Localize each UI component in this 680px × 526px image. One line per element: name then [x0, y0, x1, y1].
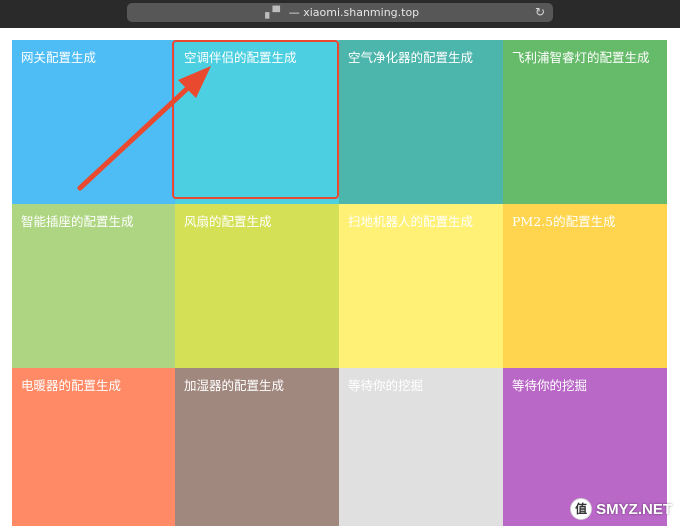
reload-icon[interactable]: ↻	[535, 3, 545, 22]
tile-fan-config[interactable]: 风扇的配置生成	[175, 204, 339, 368]
address-bar[interactable]: ▗▝▘ — xiaomi.shanming.top ↻	[127, 3, 553, 22]
tile-label: 飞利浦智睿灯的配置生成	[512, 50, 650, 65]
tile-smart-plug-config[interactable]: 智能插座的配置生成	[12, 204, 175, 368]
watermark-badge-icon: 值	[570, 498, 593, 520]
tile-gateway-config[interactable]: 网关配置生成	[12, 40, 175, 204]
tile-label: 扫地机器人的配置生成	[348, 214, 474, 229]
tile-label: 等待你的挖掘	[512, 378, 588, 393]
url-text: — xiaomi.shanming.top	[288, 6, 420, 19]
tile-label: 电暖器的配置生成	[21, 378, 122, 393]
tile-label: 空气净化器的配置生成	[348, 50, 474, 65]
config-tile-grid: 网关配置生成 空调伴侣的配置生成 空气净化器的配置生成 飞利浦智睿灯的配置生成 …	[12, 40, 667, 526]
tile-label: 风扇的配置生成	[184, 214, 272, 229]
watermark-text: SMYZ.NET	[596, 500, 672, 518]
tile-air-purifier-config[interactable]: 空气净化器的配置生成	[339, 40, 503, 204]
page-content: 网关配置生成 空调伴侣的配置生成 空气净化器的配置生成 飞利浦智睿灯的配置生成 …	[0, 28, 680, 526]
tile-label: 等待你的挖掘	[348, 378, 424, 393]
tile-heater-config[interactable]: 电暖器的配置生成	[12, 368, 175, 526]
browser-toolbar: ▗▝▘ — xiaomi.shanming.top ↻	[0, 0, 680, 28]
watermark: 值 SMYZ.NET	[570, 498, 672, 520]
tile-label: 网关配置生成	[21, 50, 97, 65]
tile-ac-companion-config[interactable]: 空调伴侣的配置生成	[175, 40, 339, 204]
tile-label: PM2.5的配置生成	[512, 214, 616, 229]
tile-philips-lamp-config[interactable]: 飞利浦智睿灯的配置生成	[503, 40, 667, 204]
tile-robot-vacuum-config[interactable]: 扫地机器人的配置生成	[339, 204, 503, 368]
tile-pm25-config[interactable]: PM2.5的配置生成	[503, 204, 667, 368]
tile-coming-soon[interactable]: 等待你的挖掘	[339, 368, 503, 526]
site-favicon-icon: ▗▝▘	[260, 6, 284, 19]
tile-label: 加湿器的配置生成	[184, 378, 285, 393]
tile-humidifier-config[interactable]: 加湿器的配置生成	[175, 368, 339, 526]
tile-label: 智能插座的配置生成	[21, 214, 134, 229]
tile-label: 空调伴侣的配置生成	[184, 50, 297, 65]
